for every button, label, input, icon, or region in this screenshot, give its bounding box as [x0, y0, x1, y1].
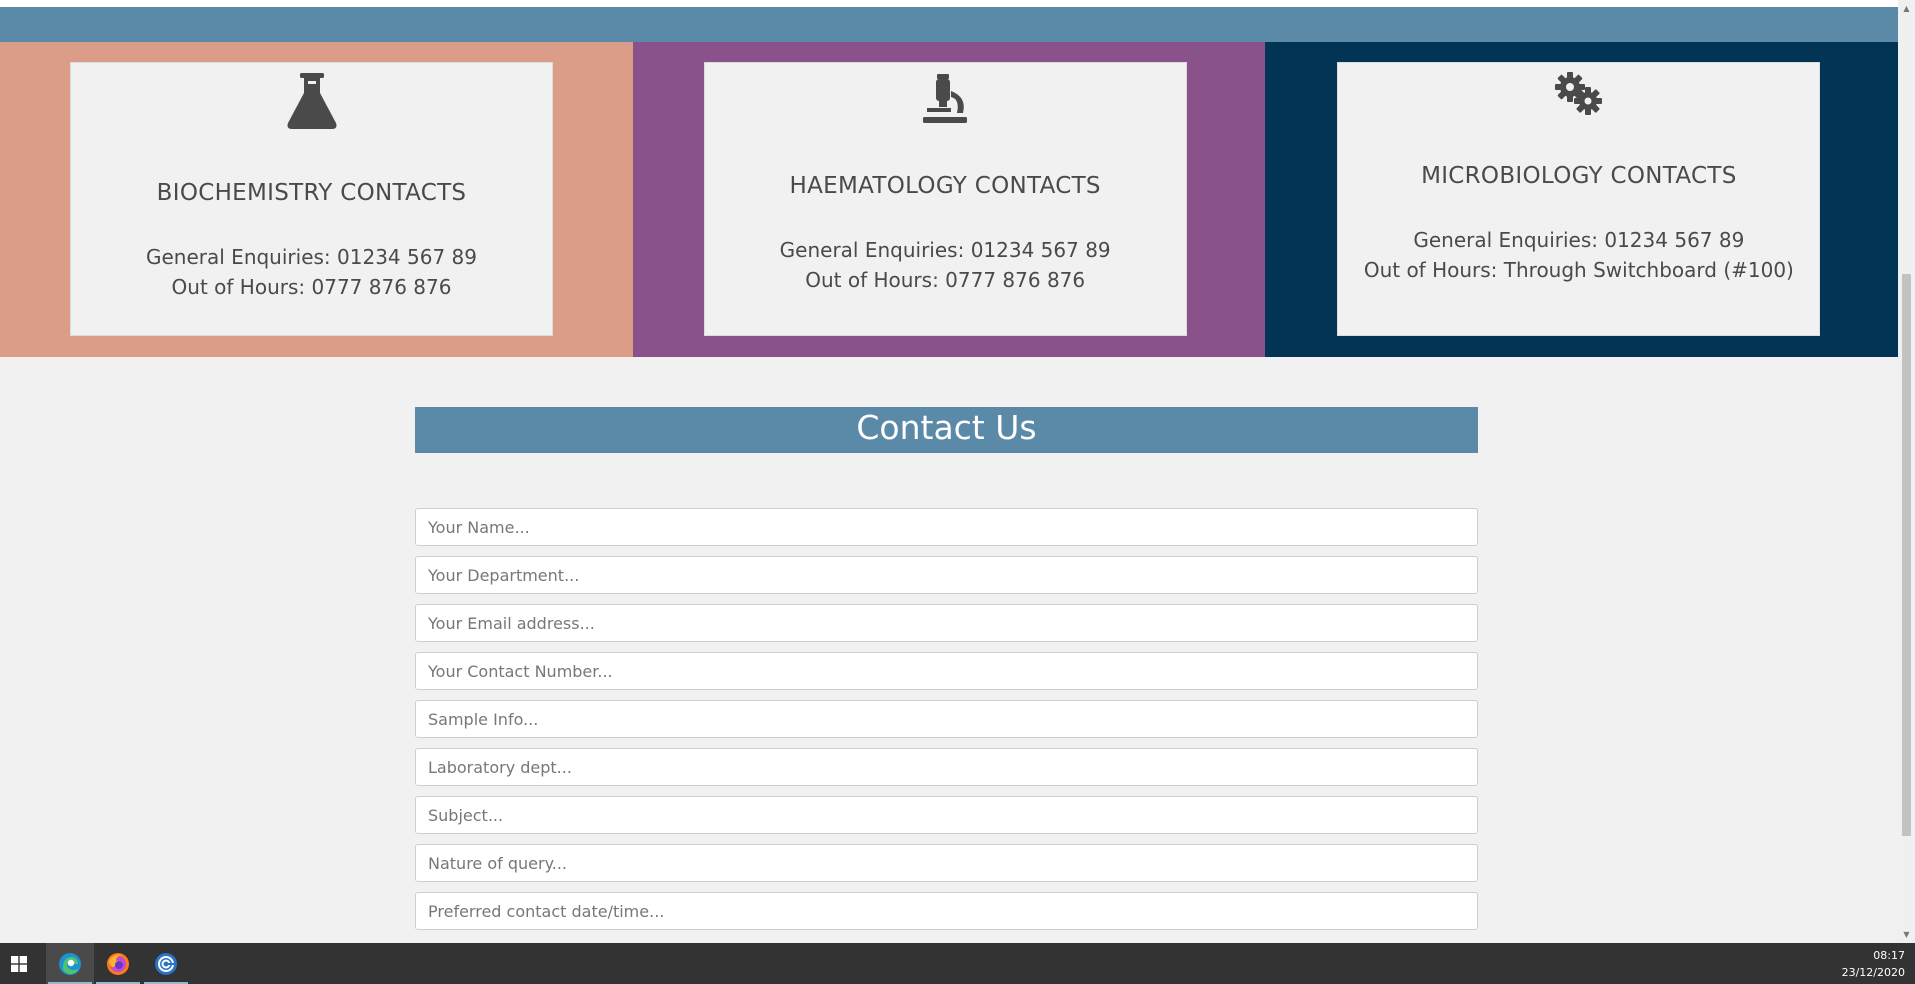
taskbar-edge[interactable] — [46, 943, 94, 984]
microbiology-general-enquiries: General Enquiries: 01234 567 89 — [1413, 228, 1745, 252]
microbiology-card: MICROBIOLOGY CONTACTS General Enquiries:… — [1337, 62, 1821, 336]
preferred-contact-field[interactable] — [415, 892, 1478, 930]
biochemistry-card: BIOCHEMISTRY CONTACTS General Enquiries:… — [70, 62, 553, 336]
haematology-card: HAEMATOLOGY CONTACTS General Enquiries: … — [703, 62, 1187, 336]
biochemistry-out-of-hours: Out of Hours: 0777 876 876 — [171, 275, 452, 299]
haematology-general-enquiries: General Enquiries: 01234 567 89 — [779, 238, 1111, 262]
scroll-down-icon[interactable]: ▼ — [1898, 926, 1915, 943]
laboratory-dept-field[interactable] — [415, 748, 1478, 786]
windows-start-icon — [11, 955, 27, 972]
biochemistry-general-enquiries: General Enquiries: 01234 567 89 — [146, 245, 477, 269]
microbiology-out-of-hours: Out of Hours: Through Switchboard (#100) — [1363, 258, 1794, 282]
taskbar-firefox[interactable] — [94, 943, 142, 984]
haematology-title: HAEMATOLOGY CONTACTS — [789, 173, 1101, 199]
windows-start-button[interactable] — [0, 943, 38, 984]
scroll-up-icon[interactable]: ▲ — [1898, 0, 1915, 17]
email-field[interactable] — [415, 604, 1478, 642]
app-icon — [155, 952, 177, 975]
clock-time: 08:17 — [1873, 949, 1905, 962]
contact-panels: BIOCHEMISTRY CONTACTS General Enquiries:… — [0, 42, 1898, 357]
taskbar-app[interactable] — [142, 943, 190, 984]
taskbar: 08:17 23/12/2020 — [0, 943, 1915, 984]
name-field[interactable] — [415, 508, 1478, 546]
contact-number-field[interactable] — [415, 652, 1478, 690]
flask-icon — [287, 73, 336, 129]
biochemistry-panel: BIOCHEMISTRY CONTACTS General Enquiries:… — [0, 42, 633, 357]
top-banner — [0, 7, 1898, 42]
scrollbar-thumb[interactable] — [1902, 274, 1911, 836]
biochemistry-title: BIOCHEMISTRY CONTACTS — [156, 180, 467, 206]
haematology-panel: HAEMATOLOGY CONTACTS General Enquiries: … — [632, 42, 1266, 357]
microbiology-panel: MICROBIOLOGY CONTACTS General Enquiries:… — [1265, 42, 1898, 357]
gears-icon — [1554, 72, 1602, 115]
microscope-icon — [923, 74, 968, 123]
clock-date: 23/12/2020 — [1841, 966, 1905, 979]
edge-icon — [59, 952, 81, 975]
subject-field[interactable] — [415, 796, 1478, 834]
system-clock[interactable]: 08:17 23/12/2020 — [1842, 947, 1905, 981]
department-field[interactable] — [415, 556, 1478, 594]
vertical-scrollbar[interactable]: ▲ ▼ — [1898, 0, 1915, 943]
haematology-out-of-hours: Out of Hours: 0777 876 876 — [805, 268, 1086, 292]
sample-info-field[interactable] — [415, 700, 1478, 738]
firefox-icon — [107, 952, 129, 975]
contact-us-heading: Contact Us — [415, 407, 1478, 453]
nature-of-query-field[interactable] — [415, 844, 1478, 882]
top-strip — [0, 0, 1898, 7]
microbiology-title: MICROBIOLOGY CONTACTS — [1421, 163, 1737, 189]
browser-viewport: BIOCHEMISTRY CONTACTS General Enquiries:… — [0, 0, 1898, 943]
